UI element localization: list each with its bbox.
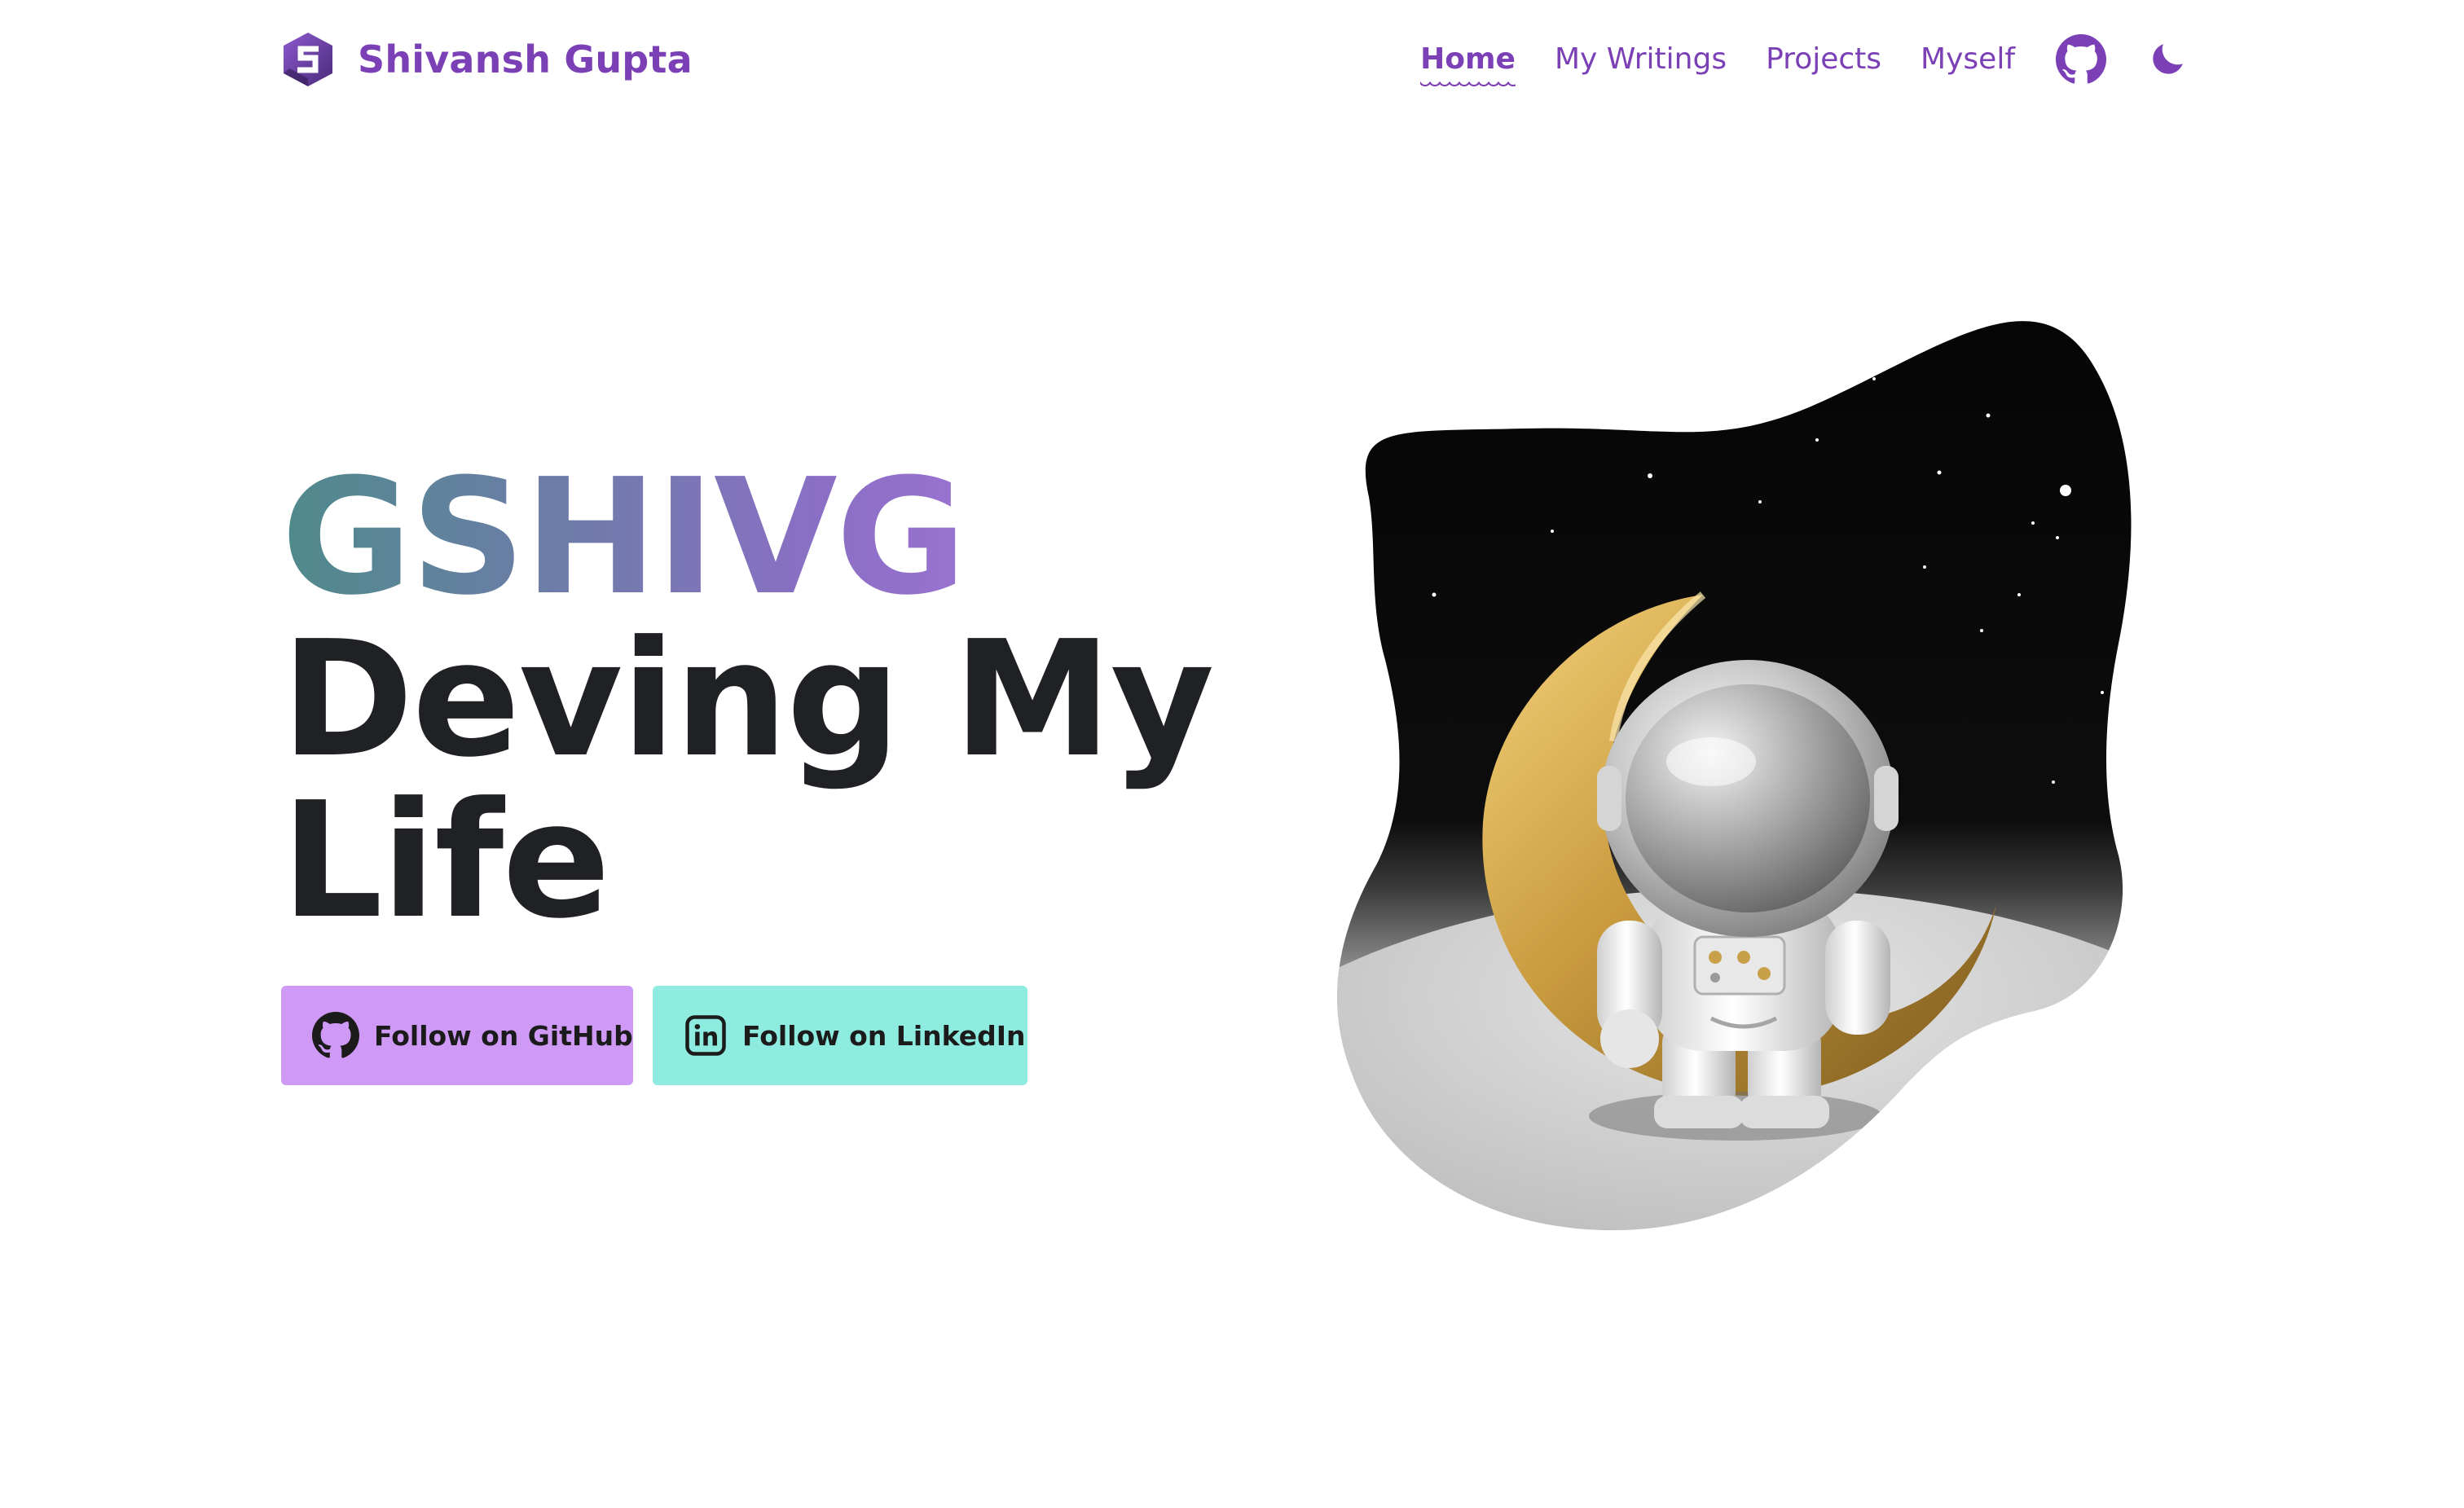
brand-name: Shivansh Gupta [358, 37, 693, 81]
nav-link-my-writings[interactable]: My Writings [1555, 39, 1727, 80]
follow-github-button[interactable]: Follow on GitHub [281, 986, 633, 1085]
site-header: Shivansh Gupta Home My Writings Projects… [281, 0, 2188, 118]
theme-toggle-button[interactable] [2147, 39, 2188, 80]
main-nav: Home My Writings Projects Myself [1420, 28, 2188, 91]
follow-linkedin-label: Follow on LinkedIn [742, 1019, 1026, 1052]
nav-link-home[interactable]: Home [1420, 39, 1516, 88]
github-icon [2056, 34, 2106, 84]
github-icon [312, 1012, 359, 1058]
linkedin-icon [685, 1015, 726, 1056]
hero-tagline: Deving My Life [281, 607, 1214, 954]
moon-icon [2153, 44, 2183, 74]
page: Shivansh Gupta Home My Writings Projects… [0, 0, 2464, 1508]
hero-handle: GSHIVG [281, 456, 1259, 619]
nav-link-projects[interactable]: Projects [1766, 39, 1881, 80]
nav-link-myself[interactable]: Myself [1921, 39, 2015, 80]
hero-section: GSHIVG Deving My Life [281, 456, 1259, 942]
s-hexagon-logo-icon [284, 33, 332, 86]
astronaut-moon-image [1337, 321, 2132, 1231]
github-nav-button[interactable] [2056, 34, 2106, 85]
follow-github-label: Follow on GitHub [374, 1019, 633, 1052]
cta-row: Follow on GitHub Follow on LinkedIn [281, 986, 1027, 1085]
hero-image [1320, 301, 2216, 1246]
brand-link[interactable]: Shivansh Gupta [281, 31, 693, 88]
follow-linkedin-button[interactable]: Follow on LinkedIn [653, 986, 1027, 1085]
